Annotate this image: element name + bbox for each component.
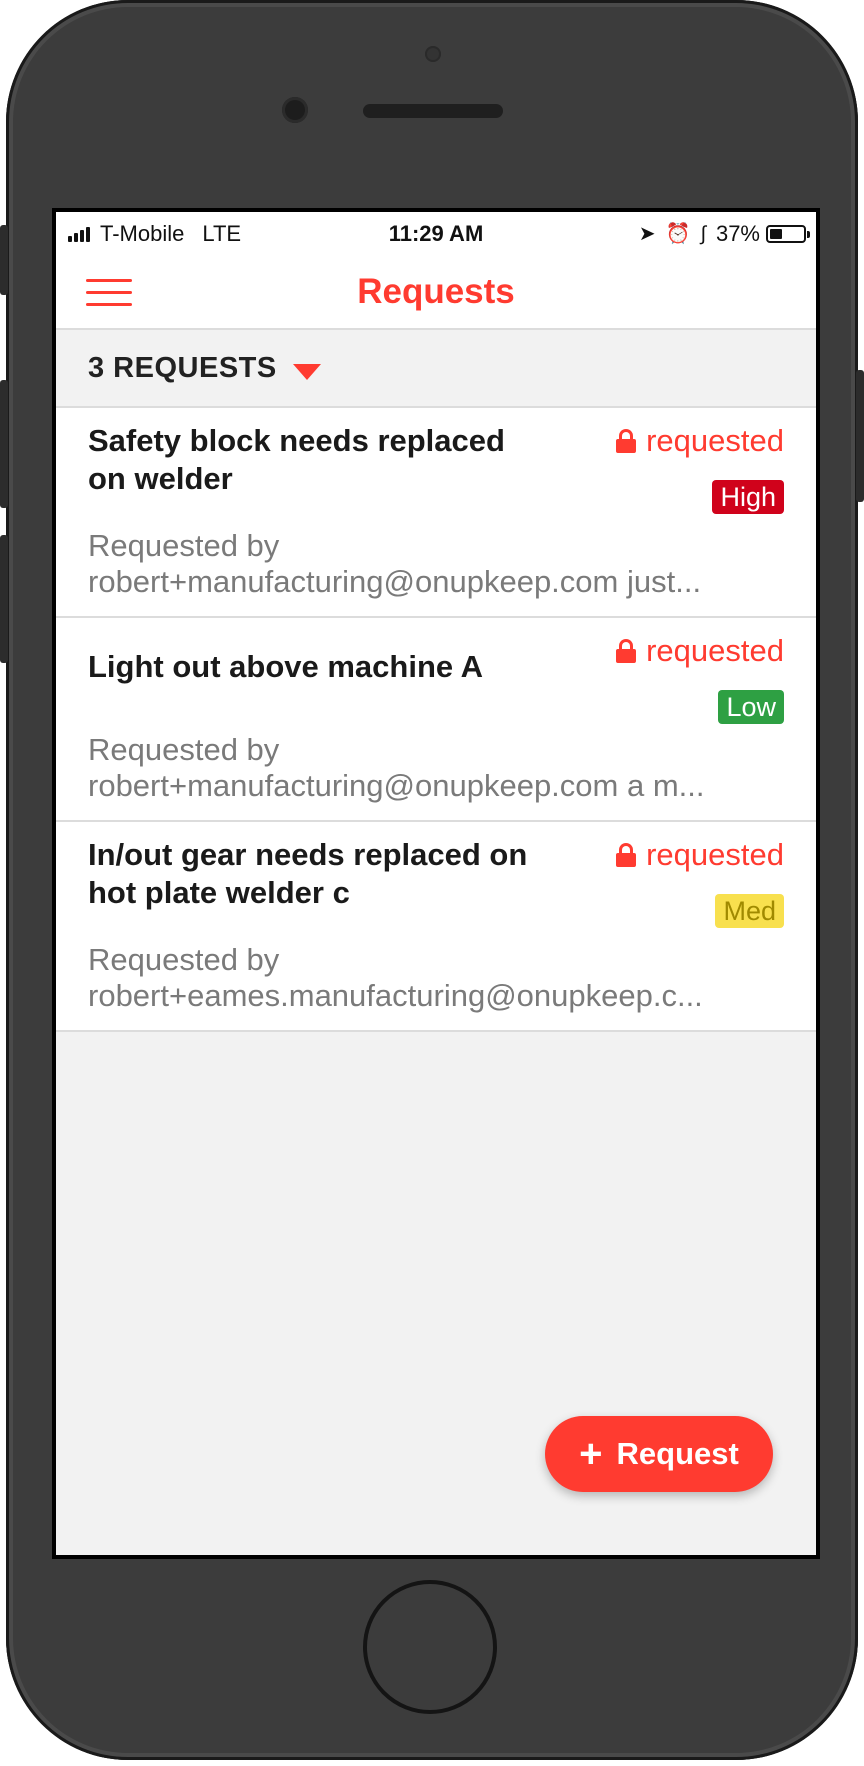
nav-bar: Requests (56, 256, 816, 330)
alarm-icon: ⏰ (665, 223, 691, 245)
bluetooth-icon: ∫ (700, 223, 706, 245)
requested-by-label: Requested by (88, 942, 280, 977)
request-status: requested (616, 422, 784, 460)
earpiece-speaker (363, 104, 503, 118)
battery-fill (770, 229, 782, 239)
status-right: ➤ ⏰ ∫ 37% (638, 221, 810, 247)
add-request-button[interactable]: + Request (545, 1416, 773, 1492)
status-text: requested (646, 423, 784, 458)
home-button[interactable] (363, 1580, 497, 1714)
requester-email: robert+manufacturing@onupkeep.com just..… (88, 564, 702, 599)
request-list: Safety block needs replaced on welder re… (56, 408, 816, 1032)
request-meta: Requested by robert+manufacturing@onupke… (88, 732, 788, 804)
priority-badge: Low (718, 690, 784, 724)
status-text: requested (646, 633, 784, 668)
volume-up-button (0, 380, 8, 508)
request-status: requested (616, 836, 784, 874)
power-button (856, 370, 864, 502)
requester-email: robert+eames.manufacturing@onupkeep.c... (88, 978, 703, 1013)
mute-switch (0, 225, 8, 295)
priority-badge: Med (715, 894, 784, 928)
lock-icon (616, 429, 637, 453)
location-arrow-icon: ➤ (638, 223, 656, 245)
app-screen: T-Mobile LTE 11:29 AM ➤ ⏰ ∫ 37% Requests (56, 212, 816, 1555)
status-text: requested (646, 837, 784, 872)
plus-icon: + (579, 1432, 603, 1476)
request-meta: Requested by robert+eames.manufacturing@… (88, 942, 788, 1014)
add-request-label: Request (616, 1436, 739, 1471)
proximity-sensor (425, 46, 441, 62)
page-title: Requests (357, 272, 515, 311)
requested-by-label: Requested by (88, 732, 280, 767)
requested-by-label: Requested by (88, 528, 280, 563)
request-item[interactable]: In/out gear needs replaced on hot plate … (56, 822, 816, 1032)
request-title: Light out above machine A (88, 649, 483, 684)
request-status: requested (616, 632, 784, 670)
caret-down-icon[interactable] (293, 364, 321, 380)
request-meta: Requested by robert+manufacturing@onupke… (88, 528, 788, 600)
lock-icon (616, 843, 637, 867)
filter-row: 3 REQUESTS (56, 330, 816, 408)
battery-icon (766, 225, 810, 243)
lock-icon (616, 639, 637, 663)
priority-badge: High (712, 480, 784, 514)
volume-down-button (0, 535, 8, 663)
request-title: In/out gear needs replaced on hot plate … (88, 837, 528, 910)
status-bar: T-Mobile LTE 11:29 AM ➤ ⏰ ∫ 37% (56, 212, 816, 256)
request-count-filter[interactable]: 3 REQUESTS (88, 352, 277, 385)
request-item[interactable]: Safety block needs replaced on welder re… (56, 408, 816, 618)
screen: T-Mobile LTE 11:29 AM ➤ ⏰ ∫ 37% Requests (52, 208, 820, 1559)
battery-percent: 37% (715, 221, 760, 246)
request-item[interactable]: Light out above machine A requested Low … (56, 618, 816, 822)
request-title: Safety block needs replaced on welder (88, 423, 505, 496)
requester-email: robert+manufacturing@onupkeep.com a m... (88, 768, 705, 803)
front-camera-icon (282, 97, 308, 123)
